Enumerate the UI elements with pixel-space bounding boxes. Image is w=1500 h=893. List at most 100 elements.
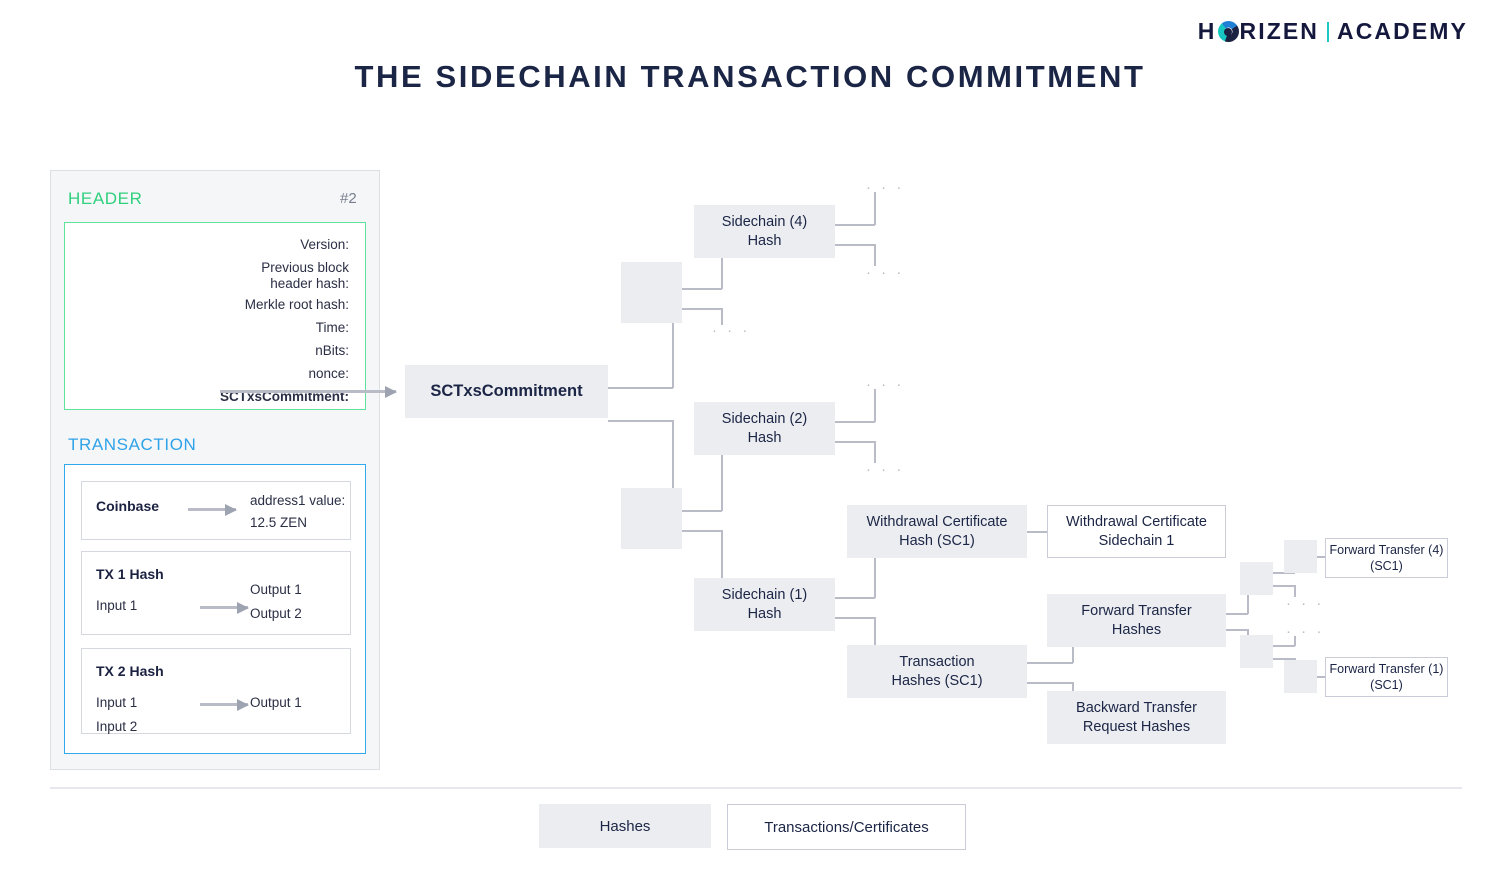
header-field-time: Time:	[315, 320, 349, 335]
line-sc2-child-bottom	[835, 441, 875, 443]
line-lower-to-sc2	[682, 510, 722, 512]
tx1-arrow	[200, 601, 249, 614]
transaction-hashes-line1: Transaction	[899, 653, 975, 670]
forward-transfer-1-line2: (SC1)	[1370, 678, 1403, 692]
line-sc2-riser	[721, 452, 723, 511]
brand-horizen-h: H	[1197, 18, 1217, 44]
tx1-output-1: Output 1	[250, 582, 302, 597]
header-field-previous-block-line2: header hash:	[270, 276, 349, 291]
node-sidechain-2-hash[interactable]: Sidechain (2) Hash	[694, 402, 835, 455]
node-ft-internal-upper[interactable]	[1240, 562, 1273, 595]
node-transaction-hashes-sc1[interactable]: Transaction Hashes (SC1)	[847, 645, 1027, 698]
ellipsis-upper-a: · · ·	[712, 322, 751, 339]
ellipsis-sc2-top: · · ·	[866, 376, 905, 393]
tx1-input-1: Input 1	[96, 598, 138, 613]
brand-horizen-rest: RIZEN	[1239, 18, 1320, 44]
sidechain-2-line1: Sidechain (2)	[721, 410, 808, 427]
legend-transactions-certificates: Transactions/Certificates	[727, 804, 966, 850]
forward-transfer-hashes-line1: Forward Transfer	[1081, 602, 1192, 619]
tx2-output-1: Output 1	[250, 695, 302, 710]
line-upper-to-sc4	[682, 288, 722, 290]
coinbase-title: Coinbase	[96, 498, 160, 514]
line-fth-to-ftnode-top	[1226, 613, 1248, 615]
tx1-title: TX 1 Hash	[96, 566, 164, 582]
brand-divider	[1327, 21, 1330, 42]
tx2-arrow	[200, 698, 249, 711]
ellipsis-ft-lower: · · ·	[1286, 623, 1325, 640]
withdrawal-cert-line2: Sidechain 1	[1098, 532, 1175, 549]
ellipsis-sc4-bottom: · · ·	[866, 264, 905, 281]
withdrawal-cert-hash-line2: Hash (SC1)	[899, 532, 975, 549]
node-withdrawal-certificate-sidechain-1[interactable]: Withdrawal Certificate Sidechain 1	[1047, 505, 1226, 558]
line-sc4-child-bottom	[835, 244, 875, 246]
transaction-item-tx2: TX 2 Hash Input 1 Input 2 Output 1	[81, 648, 351, 734]
backward-transfer-line2: Request Hashes	[1082, 718, 1191, 735]
transaction-box: Coinbase address1 value: 12.5 ZEN TX 1 H…	[64, 464, 366, 754]
legend-separator	[50, 787, 1462, 789]
line-root-to-internal-bottom	[608, 420, 673, 422]
line-upper-to-dots-a	[682, 308, 722, 310]
node-internal-upper[interactable]	[621, 262, 682, 323]
line-sc4-riser	[721, 254, 723, 289]
transaction-hashes-line2: Hashes (SC1)	[891, 672, 983, 689]
node-ft-leaf-upper[interactable]	[1284, 540, 1317, 573]
line-sc2-child-top	[835, 421, 875, 423]
line-internal-top-drop	[672, 322, 674, 388]
header-section-label: HEADER	[68, 189, 143, 208]
line-sc4-child-top	[835, 224, 875, 226]
transaction-section-label: TRANSACTION	[68, 435, 197, 454]
ellipsis-sc2-bottom: · · ·	[866, 461, 905, 478]
node-forward-transfer-1[interactable]: Forward Transfer (1) (SC1)	[1325, 657, 1448, 697]
page-title: THE SIDECHAIN TRANSACTION COMMITMENT	[354, 59, 1146, 94]
line-root-to-internal-top	[608, 387, 673, 389]
line-internal-bottom-drop	[672, 420, 674, 489]
ellipsis-sc4-top: · · ·	[866, 179, 905, 196]
transaction-item-coinbase: Coinbase address1 value: 12.5 ZEN	[81, 481, 351, 540]
node-backward-transfer-request-hashes[interactable]: Backward Transfer Request Hashes	[1047, 691, 1226, 744]
node-forward-transfer-hashes[interactable]: Forward Transfer Hashes	[1047, 594, 1226, 647]
line-wchash-to-cert	[1027, 531, 1047, 533]
tx2-input-2: Input 2	[96, 719, 138, 734]
line-sc2-child-top-riser	[874, 389, 876, 422]
withdrawal-cert-line1: Withdrawal Certificate	[1065, 513, 1207, 530]
header-field-version: Version:	[300, 237, 349, 252]
sctxscommitment-arrow	[220, 385, 397, 398]
line-fth-to-ftnode-bottom	[1226, 629, 1248, 631]
node-sidechain-1-hash[interactable]: Sidechain (1) Hash	[694, 578, 835, 631]
block-header-box: Version: Previous block header hash: Mer…	[64, 222, 366, 410]
line-sc1-to-txhashes	[835, 617, 875, 619]
node-ft-internal-lower[interactable]	[1240, 635, 1273, 668]
header-field-merkle-root: Merkle root hash:	[244, 297, 349, 312]
tx2-title: TX 2 Hash	[96, 663, 164, 679]
line-txhashes-to-btr	[1027, 682, 1073, 684]
node-sctxscommitment[interactable]: SCTxsCommitment	[405, 365, 608, 418]
line-txhashes-to-fth	[1027, 662, 1073, 664]
forward-transfer-1-line1: Forward Transfer (1)	[1329, 662, 1444, 676]
header-field-nbits: nBits:	[315, 343, 349, 358]
ellipsis-ft-upper: · · ·	[1286, 595, 1325, 612]
line-lower-to-sc1	[682, 530, 722, 532]
node-internal-lower[interactable]	[621, 488, 682, 549]
line-wchash-riser	[874, 558, 876, 598]
line-txhashes-drop	[874, 617, 876, 646]
sidechain-1-line1: Sidechain (1)	[721, 586, 808, 603]
header-field-previous-block-line1: Previous block	[261, 260, 349, 275]
node-sidechain-4-hash[interactable]: Sidechain (4) Hash	[694, 205, 835, 258]
node-forward-transfer-4[interactable]: Forward Transfer (4) (SC1)	[1325, 538, 1448, 578]
line-sc1-to-wchash	[835, 597, 875, 599]
header-field-previous-block: Previous block header hash:	[261, 260, 349, 292]
tx1-output-2: Output 2	[250, 606, 302, 621]
sidechain-1-line2: Hash	[747, 605, 782, 622]
block-number: #2	[340, 190, 357, 207]
transaction-item-tx1: TX 1 Hash Input 1 Output 1 Output 2	[81, 551, 351, 635]
brand-academy: ACADEMY	[1337, 18, 1468, 44]
horizen-logo-icon	[1217, 21, 1239, 42]
line-ftlower-to-dots	[1273, 645, 1295, 647]
forward-transfer-4-line1: Forward Transfer (4)	[1329, 543, 1444, 557]
forward-transfer-4-line2: (SC1)	[1370, 559, 1403, 573]
withdrawal-cert-hash-line1: Withdrawal Certificate	[866, 513, 1008, 530]
forward-transfer-hashes-line2: Hashes	[1111, 621, 1162, 638]
node-withdrawal-certificate-hash[interactable]: Withdrawal Certificate Hash (SC1)	[847, 505, 1027, 558]
line-sc2-child-bottom-drop	[874, 441, 876, 463]
node-ft-leaf-lower[interactable]	[1284, 660, 1317, 693]
